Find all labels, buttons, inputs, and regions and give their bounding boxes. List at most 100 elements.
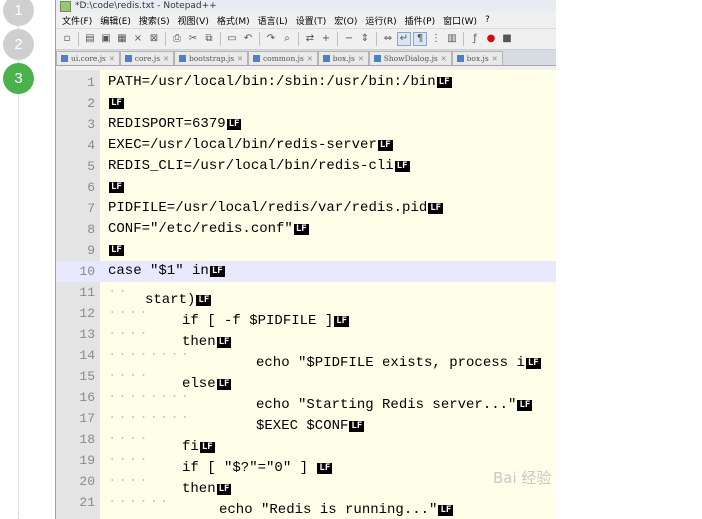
code-line[interactable]: 14 ········ echo "$PIDFILE exists, process… xyxy=(56,345,556,371)
code-line[interactable]: 10 case "$1" in LF xyxy=(56,261,556,282)
code-line[interactable]: 7 PIDFILE=/usr/local/redis/var/redis.pid L… xyxy=(56,198,556,219)
code-line[interactable]: 6 LF xyxy=(56,177,556,198)
file-icon xyxy=(124,55,132,62)
line-number: 15 xyxy=(79,369,95,384)
tab-close-icon[interactable]: ✕ xyxy=(492,55,498,63)
code-line[interactable]: 9 LF xyxy=(56,240,556,261)
menu-item-11[interactable]: ? xyxy=(485,15,490,25)
code-text: ······ echo "Redis is running..." LF xyxy=(108,492,454,519)
line-number: 16 xyxy=(79,390,95,405)
sync-v-icon[interactable]: ⇕ xyxy=(358,32,372,46)
file-icon xyxy=(322,55,330,62)
close-icon[interactable]: × xyxy=(131,32,145,46)
menu-item-9[interactable]: 插件(P) xyxy=(405,14,435,27)
code-line[interactable]: 5 REDIS_CLI=/usr/local/bin/redis-cli LF xyxy=(56,156,556,177)
tab-close-icon[interactable]: ✕ xyxy=(109,55,115,63)
code-line[interactable]: 12 ···· if [ -f $PIDFILE ] LF xyxy=(56,303,556,329)
line-number: 6 xyxy=(87,180,95,195)
menu-item-1[interactable]: 编辑(E) xyxy=(100,14,131,27)
sync-h-icon[interactable]: ⇔ xyxy=(381,32,395,46)
menu-item-5[interactable]: 语言(L) xyxy=(258,14,288,27)
menu-item-2[interactable]: 搜索(S) xyxy=(139,14,170,27)
toolbar-separator xyxy=(165,32,166,46)
tab-close-icon[interactable]: ✕ xyxy=(237,55,243,63)
copy-icon[interactable]: ⧉ xyxy=(202,32,216,46)
undo-icon[interactable]: ↶ xyxy=(241,32,255,46)
line-number: 4 xyxy=(87,138,95,153)
code-text: EXEC=/usr/local/bin/redis-server LF xyxy=(108,135,393,156)
notepad-window: *D:\code\redis.txt - Notepad++ 文件(F) 编辑(E… xyxy=(55,0,556,519)
show-all-chars-icon[interactable]: ¶ xyxy=(413,32,427,46)
menu-item-3[interactable]: 视图(V) xyxy=(178,14,209,27)
code-content: EXEC=/usr/local/bin/redis-server xyxy=(108,137,377,153)
menu-item-4[interactable]: 格式(M) xyxy=(217,14,250,27)
print-icon[interactable]: ⎙ xyxy=(170,32,184,46)
menu-item-0[interactable]: 文件(F) xyxy=(62,14,92,27)
code-line[interactable]: 18 ···· fi LF xyxy=(56,429,556,455)
save-icon[interactable]: ▣ xyxy=(99,32,113,46)
step-1-badge[interactable]: 1 xyxy=(3,0,34,26)
menu-bar: 文件(F) 编辑(E) 搜索(S) 视图(V) 格式(M) 语言(L) 设置(T) 宏(O) 运… xyxy=(56,12,556,29)
record-icon[interactable]: ● xyxy=(484,32,498,46)
paste-icon[interactable]: ▭ xyxy=(225,32,239,46)
line-number: 14 xyxy=(79,348,95,363)
func-list-icon[interactable]: ƒ xyxy=(468,32,482,46)
code-line[interactable]: 16 ········ echo "Starting Redis server...… xyxy=(56,387,556,413)
file-tab-3[interactable]: common.js ✕ xyxy=(247,51,318,65)
step-3-badge-active[interactable]: 3 xyxy=(3,63,34,94)
code-line[interactable]: 15 ···· else LF xyxy=(56,366,556,392)
step-2-badge[interactable]: 2 xyxy=(3,29,34,60)
replace-icon[interactable]: ⇄ xyxy=(303,32,317,46)
code-text: PATH=/usr/local/bin:/sbin:/usr/bin:/bin L… xyxy=(108,72,452,93)
code-text: REDISPORT=6379 LF xyxy=(108,114,242,135)
tab-close-icon[interactable]: ✕ xyxy=(441,55,447,63)
save-all-icon[interactable]: ▦ xyxy=(115,32,129,46)
code-line[interactable]: 4 EXEC=/usr/local/bin/redis-server LF xyxy=(56,135,556,156)
indent-guide: ···· xyxy=(108,368,150,384)
title-bar: *D:\code\redis.txt - Notepad++ xyxy=(56,0,556,12)
menu-item-8[interactable]: 运行(R) xyxy=(365,14,396,27)
zoom-out-icon[interactable]: − xyxy=(342,32,356,46)
code-line[interactable]: 13 ···· then LF xyxy=(56,324,556,350)
code-line[interactable]: 21 ······ echo "Redis is running..." LF xyxy=(56,492,556,518)
code-line[interactable]: 20 ···· then LF xyxy=(56,471,556,497)
code-line[interactable]: 3 REDISPORT=6379 LF xyxy=(56,114,556,135)
wrap-icon[interactable]: ↵ xyxy=(397,32,411,46)
code-line[interactable]: 1 PATH=/usr/local/bin:/sbin:/usr/bin:/bin… xyxy=(56,72,556,93)
code-line[interactable]: 11 ·· start) LF xyxy=(56,282,556,308)
cut-icon[interactable]: ✂ xyxy=(186,32,200,46)
file-tab-2[interactable]: bootstrap.js ✕ xyxy=(173,51,248,65)
code-line[interactable]: 8 CONF="/etc/redis.conf" LF xyxy=(56,219,556,240)
open-icon[interactable]: ▤ xyxy=(83,32,97,46)
zoom-in-icon[interactable]: + xyxy=(319,32,333,46)
file-icon xyxy=(61,55,68,62)
file-tab-0[interactable]: ui.core.js ✕ xyxy=(56,51,120,65)
doc-map-icon[interactable]: ▥ xyxy=(445,32,459,46)
menu-item-6[interactable]: 设置(T) xyxy=(296,14,327,27)
code-line[interactable]: 2 LF xyxy=(56,93,556,114)
file-icon xyxy=(373,55,381,62)
menu-item-7[interactable]: 宏(O) xyxy=(334,14,357,27)
tab-close-icon[interactable]: ✕ xyxy=(163,55,169,63)
code-text: LF xyxy=(108,93,124,114)
indent-guide: ·· xyxy=(108,284,129,300)
stop-icon[interactable]: ■ xyxy=(500,32,514,46)
file-tab-6[interactable]: box.js ✕ xyxy=(451,51,503,65)
file-tab-4[interactable]: box.js ✕ xyxy=(317,51,369,65)
find-icon[interactable]: ⌕ xyxy=(280,32,294,46)
tab-close-icon[interactable]: ✕ xyxy=(307,55,313,63)
tab-close-icon[interactable]: ✕ xyxy=(358,55,364,63)
code-line[interactable]: 19 ···· if [ "$?"="0" ] LF xyxy=(56,450,556,476)
code-text: LF xyxy=(108,240,124,261)
close-all-icon[interactable]: ⊠ xyxy=(147,32,161,46)
file-tab-1[interactable]: core.js ✕ xyxy=(119,51,174,65)
redo-icon[interactable]: ↷ xyxy=(264,32,278,46)
line-number: 21 xyxy=(79,495,95,510)
menu-item-10[interactable]: 窗口(W) xyxy=(443,14,477,27)
indent-guide-icon[interactable]: ⋮ xyxy=(429,32,443,46)
file-tab-5[interactable]: ShowDialog.js ✕ xyxy=(368,51,452,65)
new-file-icon[interactable]: ▫ xyxy=(60,32,74,46)
eol-lf-marker: LF xyxy=(436,77,452,88)
code-line[interactable]: 17 ········ $EXEC $CONF LF xyxy=(56,408,556,434)
editor[interactable]: 1 PATH=/usr/local/bin:/sbin:/usr/bin:/bin… xyxy=(56,70,556,519)
